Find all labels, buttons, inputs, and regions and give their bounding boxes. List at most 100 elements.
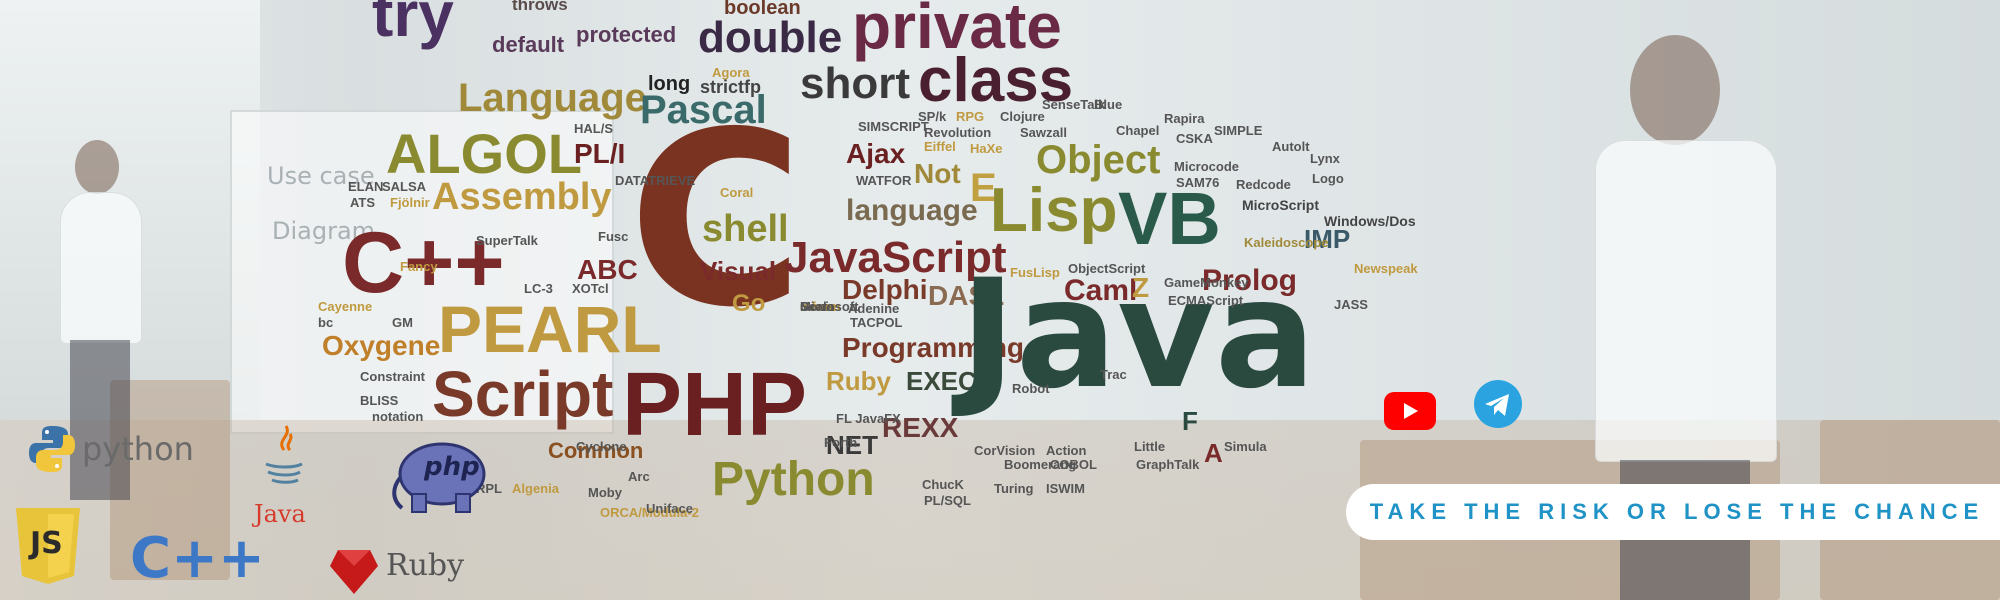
word-cloud-term: Fjölnir — [390, 195, 430, 210]
word-cloud-term: ELAN — [348, 179, 384, 194]
word-cloud-term: Language — [458, 76, 647, 120]
word-cloud-term: SAM76 — [1176, 175, 1220, 190]
word-cloud-term: Algenia — [512, 481, 559, 496]
word-cloud-term: SP/k — [918, 109, 947, 124]
word-cloud-term: Lynx — [1310, 151, 1340, 166]
word-cloud-term: HAL/S — [574, 121, 613, 136]
word-cloud-term: Redcode — [1236, 177, 1291, 192]
youtube-button[interactable] — [1384, 392, 1436, 430]
word-cloud-term: CorVision — [974, 443, 1036, 458]
word-cloud-term: Object — [1036, 138, 1161, 182]
word-cloud-term: Clojure — [1000, 109, 1045, 124]
word-cloud-term: Agora — [712, 65, 750, 80]
python-logo-icon — [29, 426, 75, 472]
word-cloud-term: Rapira — [1164, 111, 1205, 126]
word-cloud-term: TACPOL — [850, 315, 903, 330]
word-cloud-term: SuperTalk — [476, 233, 538, 248]
word-cloud-term: Lisp — [990, 176, 1118, 245]
tagline-text: TAKE THE RISK OR LOSE THE CHANCE — [1369, 499, 1985, 524]
word-cloud-term: Microcode — [1174, 159, 1240, 174]
word-cloud-term: DATATRIEVE — [615, 173, 696, 188]
word-cloud-term: ECMAScript — [1168, 293, 1244, 308]
word-cloud-term: ATS — [350, 195, 376, 210]
word-cloud-term: PL/I — [574, 138, 626, 169]
word-cloud-term: VB — [1118, 177, 1221, 260]
java-logo-icon — [265, 425, 303, 484]
telegram-icon — [1485, 394, 1509, 416]
word-cloud-term: Eiffel — [924, 139, 956, 154]
word-cloud-term: SIMPLE — [1214, 123, 1263, 138]
word-cloud-term: Ruby — [826, 366, 891, 396]
word-cloud-term: JASS — [1334, 297, 1368, 312]
word-cloud-term: Kaleidoscope — [1244, 235, 1329, 250]
word-cloud-term: Fusc — [598, 229, 629, 244]
youtube-icon — [1404, 403, 1418, 419]
word-cloud-term: Moby — [588, 485, 622, 500]
word-cloud-term: notation — [372, 409, 424, 424]
word-cloud-term: Newspeak — [1354, 261, 1418, 276]
word-cloud-term: Robot — [1012, 381, 1050, 396]
word-cloud-term: Turing — [994, 481, 1034, 496]
word-cloud-term: Oxygene — [322, 330, 441, 361]
word-cloud-term: ChucK — [922, 477, 964, 492]
word-cloud-term: ALGOL — [386, 122, 582, 185]
word-cloud-term: Revolution — [924, 125, 992, 140]
word-cloud-term: Little — [1134, 439, 1166, 454]
word-cloud-term: language — [846, 194, 978, 227]
word-cloud-term: BLISS — [360, 393, 399, 408]
word-cloud-term: HaXe — [970, 141, 1003, 156]
word-cloud-term: ISWIM — [1046, 481, 1085, 496]
word-cloud-term: Sawzall — [1020, 125, 1067, 140]
word-cloud-term: FusLisp — [1010, 265, 1060, 280]
word-cloud-term: Fancy — [400, 259, 438, 274]
word-cloud-term: Coral — [720, 185, 754, 200]
word-cloud-term: Constraint — [360, 369, 425, 384]
word-cloud-term: bc — [318, 315, 334, 330]
word-cloud-term: Ajax — [846, 138, 906, 169]
word-cloud-term: RPG — [956, 109, 985, 124]
word-cloud-term: PHP — [622, 355, 808, 455]
hero-banner: Use case Diagram try throws boolean default… — [0, 0, 2000, 600]
word-cloud-term: SALSA — [382, 179, 427, 194]
word-cloud-term: Cayenne — [318, 299, 373, 314]
word-cloud-term: Chapel — [1116, 123, 1160, 138]
python-logo-label: python — [82, 430, 194, 468]
word-cloud-term: LC-3 — [524, 281, 553, 296]
word-cloud-term: Simula — [1224, 439, 1267, 454]
word-cloud-term: protected — [576, 22, 677, 47]
word-cloud-term: Not — [914, 158, 961, 189]
word-cloud-term: double — [698, 13, 843, 62]
word-cloud-term: try — [372, 0, 454, 50]
word-cloud-term: default — [492, 32, 565, 57]
word-cloud-term: Cyclone — [576, 439, 627, 454]
word-cloud-term: shell — [702, 208, 789, 250]
word-cloud-term: Blue — [1094, 97, 1123, 112]
word-cloud-term: Action — [1046, 443, 1087, 458]
word-cloud-term: CSKA — [1176, 131, 1213, 146]
word-cloud-term: PL/SQL — [924, 493, 971, 508]
word-cloud-term: Go — [732, 290, 766, 317]
word-cloud-term: Trac — [1100, 367, 1127, 382]
word-cloud-term: FL JavaFX — [836, 411, 901, 426]
telegram-button[interactable] — [1474, 380, 1522, 428]
word-cloud-term: Arc — [628, 469, 650, 484]
word-cloud-term: Autolt — [1272, 139, 1310, 154]
word-cloud-term: Script — [432, 358, 614, 430]
word-cloud-term: Visual — [700, 256, 777, 286]
word-cloud-term: GM — [392, 315, 413, 330]
word-cloud-term: short — [800, 59, 910, 108]
word-cloud-term: MicroScript — [1242, 197, 1320, 213]
word-cloud-term: WATFOR — [856, 173, 912, 188]
word-cloud-term: Python — [712, 453, 875, 506]
ruby-logo-label: Ruby — [386, 548, 465, 583]
word-cloud-term: GraphTalk — [1136, 457, 1200, 472]
word-cloud-term: Assembly — [432, 176, 612, 218]
word-cloud-term: Logo — [1312, 171, 1344, 186]
php-logo-label: php — [424, 452, 480, 482]
word-cloud-term: throws — [512, 0, 568, 14]
word-cloud-term: COBOL — [1050, 457, 1097, 472]
word-cloud-term: Forth — [824, 435, 858, 450]
word-cloud-term: GameMonkey — [1164, 275, 1249, 290]
word-cloud-term: ObjectScript — [1068, 261, 1146, 276]
java-logo-label: Java — [254, 500, 306, 528]
